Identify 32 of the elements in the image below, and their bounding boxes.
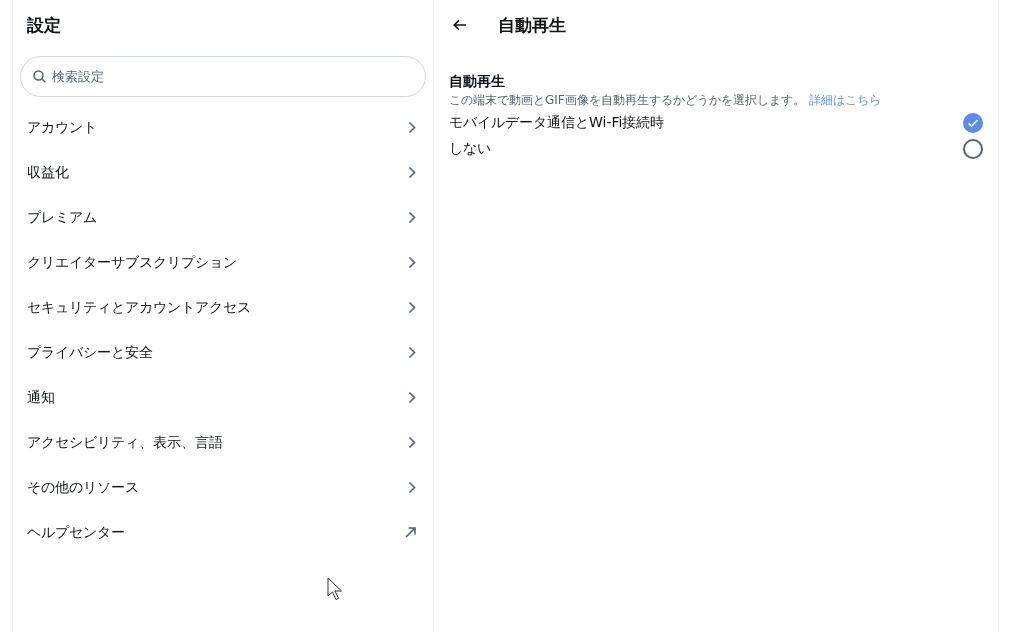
settings-menu-item[interactable]: クリエイターサブスクリプション xyxy=(13,240,433,285)
settings-menu-item[interactable]: プレミアム xyxy=(13,195,433,240)
search-field[interactable]: 検索設定 xyxy=(20,56,426,97)
mouse-cursor-icon xyxy=(327,577,343,601)
back-arrow-icon xyxy=(453,19,467,31)
panel-title: 設定 xyxy=(26,13,62,37)
diagonal-arrow-icon xyxy=(405,527,416,538)
settings-menu-item[interactable]: その他のリソース xyxy=(13,465,433,510)
settings-menu-item[interactable]: アクセシビリティ、表示、言語 xyxy=(13,420,433,465)
search-icon xyxy=(33,70,46,83)
chevron-right-icon xyxy=(408,346,416,359)
option-label: しない xyxy=(449,140,491,158)
option-label: モバイルデータ通信とWi-Fi接続時 xyxy=(449,114,665,132)
chevron-right-icon xyxy=(408,121,416,134)
settings-menu-item[interactable]: 収益化 xyxy=(13,150,433,195)
page-title: 自動再生 xyxy=(498,13,566,37)
section-description: この端末で動画とGIF画像を自動再生するかどうかを選択します。 詳細はこちら xyxy=(449,92,882,108)
checked-radio-icon[interactable] xyxy=(963,113,983,133)
chevron-right-icon xyxy=(408,436,416,449)
empty-radio-icon[interactable] xyxy=(963,139,983,159)
chevron-right-icon xyxy=(408,301,416,314)
section-heading: 自動再生 xyxy=(449,72,506,91)
chevron-right-icon xyxy=(408,211,416,224)
settings-menu-item[interactable]: プライバシーと安全 xyxy=(13,330,433,375)
chevron-right-icon xyxy=(408,166,416,179)
chevron-right-icon xyxy=(408,391,416,404)
settings-menu-item[interactable]: ヘルプセンター xyxy=(13,510,433,555)
settings-menu-item[interactable]: 通知 xyxy=(13,375,433,420)
chevron-right-icon xyxy=(408,256,416,269)
settings-menu-item[interactable]: セキュリティとアカウントアクセス xyxy=(13,285,433,330)
chevron-right-icon xyxy=(408,481,416,494)
settings-menu-item[interactable]: アカウント xyxy=(13,105,433,150)
